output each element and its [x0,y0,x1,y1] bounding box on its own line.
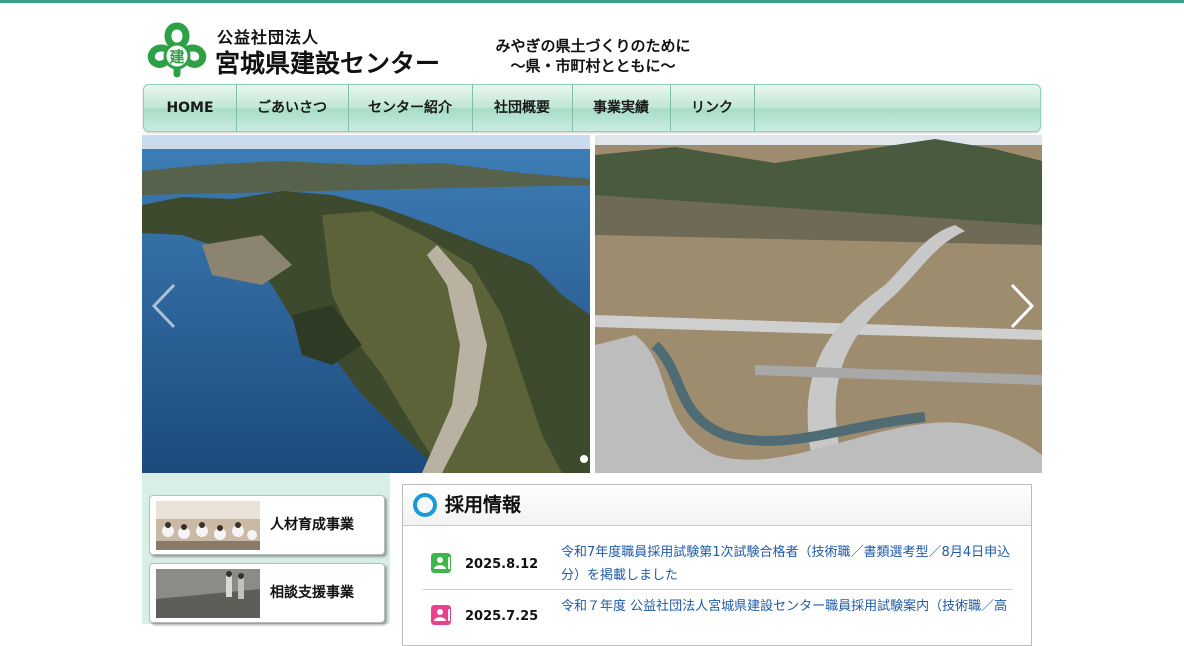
news-row: 2025.8.12 令和7年度職員採用試験第1次試験合格者（技術職／書類選考型／… [423,541,1013,590]
nav-achievements[interactable]: 事業実績 [572,85,671,131]
side-card-training-label: 人材育成事業 [270,517,354,533]
training-thumbnail [156,501,260,550]
news-link[interactable]: 令和7年度職員採用試験第1次試験合格者（技術職／書類選考型／8月4日申込分）を掲… [561,541,1013,587]
nav-center-intro[interactable]: センター紹介 [348,85,473,131]
site-header: 建 公益社団法人 宮城県建設センター みやぎの県土づくりのために 〜県・市町村と… [143,18,1043,82]
carousel-next-icon[interactable] [1006,283,1036,329]
side-card-consult-label: 相談支援事業 [270,585,354,601]
carousel-prev-icon[interactable] [150,283,180,329]
top-accent-line [0,0,1184,3]
news-row: 2025.7.25 令和７年度 公益社団法人宮城県建設センター職員採用試験案内（… [423,593,1013,633]
hero-carousel[interactable] [142,135,1042,473]
person-badge-icon [431,553,451,573]
site-logo[interactable]: 建 公益社団法人 宮城県建設センター [143,18,443,82]
slogan-line-1: みやぎの県土づくりのために [495,37,691,55]
news-link[interactable]: 令和７年度 公益社団法人宮城県建設センター職員採用試験案内（技術職／高 [561,595,1013,618]
logo-char: 建 [169,48,185,66]
news-date: 2025.8.12 [465,557,539,572]
consult-thumbnail [156,569,260,618]
recruitment-header: 採用情報 [403,485,1031,526]
slide-image-coast [142,135,590,473]
nav-overview[interactable]: 社団概要 [472,85,573,131]
nav-links[interactable]: リンク [670,85,755,131]
nav-home[interactable]: HOME [144,85,237,131]
slogan-line-2: 〜県・市町村とともに〜 [510,57,676,75]
recruitment-panel: 採用情報 2025.8.12 令和7年度職員採用試験第1次試験合格者（技術職／書… [402,484,1032,646]
logo-mark-icon: 建 [147,22,207,78]
carousel-dot[interactable] [580,455,588,463]
slide-image-road [595,135,1042,473]
recruitment-title: 採用情報 [445,494,522,516]
slogan: みやぎの県土づくりのために 〜県・市町村とともに〜 [483,36,703,76]
news-date: 2025.7.25 [465,609,539,624]
side-card-consult[interactable]: 相談支援事業 [149,563,385,623]
person-badge-icon [431,605,451,625]
main-nav: HOME ごあいさつ センター紹介 社団概要 事業実績 リンク [143,84,1041,132]
nav-greeting[interactable]: ごあいさつ [236,85,349,131]
side-card-training[interactable]: 人材育成事業 [149,495,385,555]
ring-icon [413,493,437,517]
org-name: 宮城県建設センター [215,49,441,78]
